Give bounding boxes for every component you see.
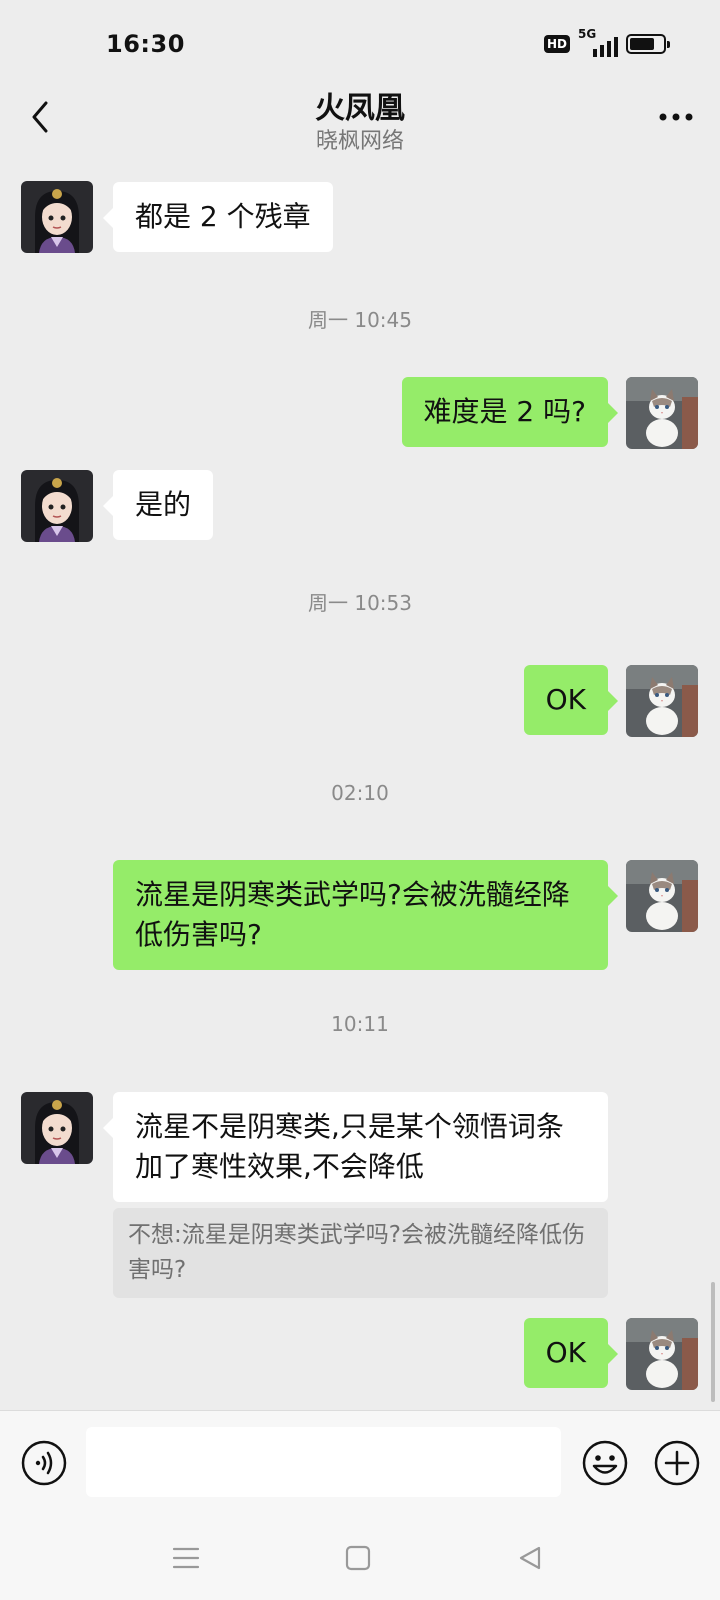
message-timestamp: 周一 10:53 (308, 591, 412, 615)
voice-icon (21, 1440, 67, 1486)
emoji-icon (582, 1440, 628, 1486)
outgoing-message-bubble[interactable]: OK (523, 665, 619, 735)
my-avatar[interactable] (626, 1318, 698, 1390)
contact-avatar[interactable] (21, 1092, 93, 1164)
signal-bar (614, 37, 618, 57)
emoji-button[interactable] (581, 1439, 629, 1487)
recent-apps-button[interactable] (166, 1538, 206, 1578)
hd-badge: HD (543, 35, 570, 53)
message-input[interactable] (86, 1427, 561, 1497)
plus-circle-icon (654, 1440, 700, 1486)
outgoing-message-bubble[interactable]: OK (523, 1318, 619, 1388)
voice-button[interactable] (20, 1439, 68, 1487)
more-functions-button[interactable] (653, 1439, 701, 1487)
status-time: 16:30 (106, 30, 185, 58)
chat-header: 火凤凰 晓枫网络 (0, 75, 720, 160)
signal-icon: 5G (578, 27, 618, 57)
message-timestamp: 周一 10:45 (308, 308, 412, 332)
battery-level (630, 38, 654, 50)
incoming-message-bubble[interactable]: 是的 (102, 470, 214, 540)
home-square-icon (345, 1545, 371, 1571)
signal-bar (607, 41, 611, 57)
contact-avatar[interactable] (21, 181, 93, 253)
quoted-message[interactable]: 不想:流星是阴寒类武学吗?会被洗髓经降低伤害吗? (113, 1208, 608, 1298)
status-icons: HD 5G (543, 27, 670, 58)
system-nav-bar (0, 1516, 720, 1600)
message-timestamp: 02:10 (331, 781, 389, 805)
back-triangle-icon (519, 1546, 541, 1570)
signal-bar (600, 45, 604, 57)
my-avatar[interactable] (626, 860, 698, 932)
menu-icon (172, 1547, 200, 1569)
message-timestamp: 10:11 (331, 1012, 389, 1036)
battery-icon (626, 34, 670, 54)
outgoing-message-bubble[interactable]: 流星是阴寒类武学吗?会被洗髓经降低伤害吗? (113, 860, 618, 970)
incoming-message-bubble[interactable]: 都是 2 个残章 (103, 182, 333, 252)
incoming-message-bubble[interactable]: 流星不是阴寒类,只是某个领悟词条加了寒性效果,不会降低 (103, 1092, 608, 1202)
signal-bar (593, 49, 597, 57)
input-bar (0, 1410, 720, 1516)
scrollbar[interactable] (711, 1282, 715, 1402)
more-button[interactable] (654, 97, 698, 137)
my-avatar[interactable] (626, 665, 698, 737)
contact-avatar[interactable] (21, 470, 93, 542)
my-avatar[interactable] (626, 377, 698, 449)
home-button[interactable] (338, 1538, 378, 1578)
chat-subtitle: 晓枫网络 (315, 129, 404, 154)
more-dots-icon (659, 113, 693, 121)
system-back-button[interactable] (510, 1538, 550, 1578)
outgoing-message-bubble[interactable]: 难度是 2 吗? (401, 377, 619, 447)
chat-title: 火凤凰 (315, 91, 405, 126)
chat-message-list[interactable]: 都是 2 个残章 周一 10:45 难度是 2 吗? 是的 周一 10:53 O… (0, 160, 720, 1410)
